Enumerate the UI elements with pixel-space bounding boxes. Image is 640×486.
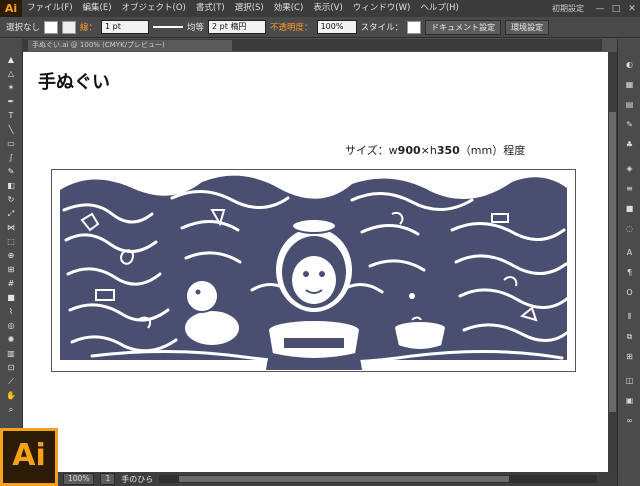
tools-panel: ▲ △ ✶ ✒ T ╲ ▭ ∫ ✎ ◧ ↻ ⤢ ⋈ ⬚ ⊕ ⊞ # ■ ⌇ ◎ …: [0, 39, 23, 434]
menu-bar: Ai ファイル(F) 編集(E) オブジェクト(O) 書式(T) 選択(S) 効…: [0, 0, 640, 17]
mesh-tool-icon[interactable]: #: [3, 277, 19, 290]
gradient-panel-icon[interactable]: ■: [623, 203, 636, 214]
stroke-profile-icon[interactable]: [153, 26, 184, 28]
symbol-sprayer-tool-icon[interactable]: ✺: [3, 333, 19, 346]
current-tool-label: 手のひら: [121, 474, 154, 484]
zoom-tool-icon[interactable]: ⌕: [3, 403, 19, 416]
opacity-field[interactable]: 100%: [316, 20, 357, 34]
stroke-swatch[interactable]: [62, 20, 77, 34]
opentype-icon[interactable]: O: [623, 287, 636, 298]
layers-panel-icon[interactable]: ◫: [623, 375, 636, 386]
stroke-weight-field[interactable]: 1 pt: [101, 20, 150, 34]
perspective-grid-tool-icon[interactable]: ⊞: [3, 263, 19, 276]
artboard-tool-icon[interactable]: ⊡: [3, 361, 19, 374]
color-guide-icon[interactable]: ▦: [623, 79, 636, 90]
menu-object[interactable]: オブジェクト(O): [117, 0, 191, 17]
links-panel-icon[interactable]: ∞: [623, 415, 636, 426]
selection-status: 選択なし: [6, 23, 41, 33]
gradient-tool-icon[interactable]: ■: [3, 291, 19, 304]
width-tool-icon[interactable]: ⋈: [3, 221, 19, 234]
menu-file[interactable]: ファイル(F): [22, 0, 78, 17]
app-logo-icon: Ai: [0, 0, 22, 17]
free-transform-tool-icon[interactable]: ⬚: [3, 235, 19, 248]
document-tab[interactable]: 手ぬぐい.ai @ 100% (CMYK/プレビュー): [28, 40, 232, 51]
workspace-switcher[interactable]: 初期設定: [544, 3, 592, 14]
stroke-panel-icon[interactable]: ≡: [623, 183, 636, 194]
menu-select[interactable]: 選択(S): [230, 0, 269, 17]
opacity-label[interactable]: 不透明度：: [270, 21, 313, 33]
maximize-button[interactable]: □: [608, 4, 624, 14]
vertical-scrollbar[interactable]: [608, 52, 617, 472]
tenugui-artwork-frame[interactable]: [51, 169, 576, 372]
shape-builder-tool-icon[interactable]: ⊕: [3, 249, 19, 262]
symbols-icon[interactable]: ♣: [623, 139, 636, 150]
tenugui-artwork: [60, 175, 570, 370]
document-tab-bar: 手ぬぐい.ai @ 100% (CMYK/プレビュー): [22, 39, 602, 51]
graph-tool-icon[interactable]: ▥: [3, 347, 19, 360]
menu-view[interactable]: 表示(V): [308, 0, 347, 17]
eraser-tool-icon[interactable]: ◧: [3, 179, 19, 192]
rotate-tool-icon[interactable]: ↻: [3, 193, 19, 206]
illustrator-logo-icon: Ai: [0, 428, 58, 486]
color-panel-icon[interactable]: ◐: [623, 59, 636, 70]
stroke-style-label[interactable]: 均等: [187, 21, 204, 33]
line-tool-icon[interactable]: ╲: [3, 123, 19, 136]
eyedropper-tool-icon[interactable]: ⌇: [3, 305, 19, 318]
control-bar: 選択なし 線： 1 pt 均等 2 pt 楕円 不透明度： 100% スタイル：…: [0, 17, 640, 38]
brushes-icon[interactable]: ✎: [623, 119, 636, 130]
menu-help[interactable]: ヘルプ(H): [415, 0, 464, 17]
artboard[interactable]: 手ぬぐい サイズ：w900×h350（mm）程度: [23, 52, 608, 472]
hand-tool-icon[interactable]: ✋: [3, 389, 19, 402]
direct-selection-tool-icon[interactable]: △: [3, 67, 19, 80]
slice-tool-icon[interactable]: ⟋: [3, 375, 19, 388]
paintbrush-tool-icon[interactable]: ∫: [3, 151, 19, 164]
stroke-label[interactable]: 線：: [80, 21, 97, 33]
status-bar: 100% 1 手のひら: [23, 472, 617, 486]
pathfinder-icon[interactable]: ⧉: [623, 331, 636, 342]
minimize-button[interactable]: —: [592, 4, 608, 14]
menu-edit[interactable]: 編集(E): [78, 0, 117, 17]
character-panel-icon[interactable]: A: [623, 247, 636, 258]
artboard-navigation[interactable]: 1: [100, 473, 116, 485]
artboards-panel-icon[interactable]: ▣: [623, 395, 636, 406]
transparency-icon[interactable]: ◌: [623, 223, 636, 234]
type-tool-icon[interactable]: T: [3, 109, 19, 122]
fill-swatch[interactable]: [44, 20, 59, 34]
graphic-styles-icon[interactable]: ◈: [623, 163, 636, 174]
vertical-scroll-thumb[interactable]: [609, 112, 616, 412]
align-panel-icon[interactable]: ⫴: [623, 311, 636, 322]
magic-wand-tool-icon[interactable]: ✶: [3, 81, 19, 94]
transform-panel-icon[interactable]: ⊞: [623, 351, 636, 362]
preferences-button[interactable]: 環境設定: [505, 19, 550, 35]
menu-window[interactable]: ウィンドウ(W): [348, 0, 416, 17]
swatches-icon[interactable]: ▤: [623, 99, 636, 110]
scale-tool-icon[interactable]: ⤢: [3, 207, 19, 220]
brush-field[interactable]: 2 pt 楕円: [208, 20, 267, 34]
close-button[interactable]: ✕: [624, 4, 640, 14]
graphic-style-swatch[interactable]: [407, 20, 422, 34]
selection-tool-icon[interactable]: ▲: [3, 53, 19, 66]
paragraph-panel-icon[interactable]: ¶: [623, 267, 636, 278]
horizontal-scroll-thumb[interactable]: [179, 476, 510, 482]
zoom-field[interactable]: 100%: [63, 473, 95, 485]
rectangle-tool-icon[interactable]: ▭: [3, 137, 19, 150]
horizontal-scrollbar[interactable]: [159, 475, 597, 483]
pen-tool-icon[interactable]: ✒: [3, 95, 19, 108]
pencil-tool-icon[interactable]: ✎: [3, 165, 19, 178]
panel-dock: ◐ ▦ ▤ ✎ ♣ ◈ ≡ ■ ◌ A ¶ O ⫴ ⧉ ⊞ ◫ ▣ ∞: [617, 39, 640, 486]
document-setup-button[interactable]: ドキュメント設定: [425, 19, 502, 35]
size-note: サイズ：w900×h350（mm）程度: [345, 144, 526, 157]
style-label: スタイル：: [360, 23, 404, 33]
menu-type[interactable]: 書式(T): [191, 0, 230, 17]
page-title: 手ぬぐい: [38, 72, 110, 93]
menu-effect[interactable]: 効果(C): [269, 0, 309, 17]
blend-tool-icon[interactable]: ◎: [3, 319, 19, 332]
